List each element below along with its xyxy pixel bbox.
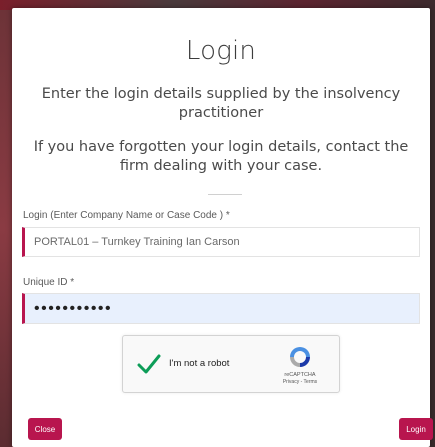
login-button[interactable]: Login bbox=[399, 418, 433, 440]
unique-id-input[interactable] bbox=[22, 293, 420, 324]
help-text: If you have forgotten your login details… bbox=[33, 139, 409, 174]
recaptcha-brand: reCAPTCHA bbox=[284, 372, 316, 378]
divider bbox=[208, 194, 242, 195]
modal-title: Login bbox=[185, 36, 257, 66]
recaptcha-privacy-terms[interactable]: Privacy - Terms bbox=[271, 379, 329, 385]
login-modal: Login Enter the login details supplied b… bbox=[12, 8, 433, 447]
unique-id-label: Unique ID * bbox=[23, 277, 75, 288]
modal-subtitle: Enter the login details supplied by the … bbox=[41, 86, 401, 121]
recaptcha-label: I'm not a robot bbox=[169, 358, 230, 369]
checkmark-icon[interactable] bbox=[137, 353, 161, 375]
page-backdrop-left bbox=[0, 10, 12, 447]
close-button[interactable]: Close bbox=[28, 418, 62, 440]
recaptcha-logo-icon bbox=[290, 347, 310, 367]
login-input[interactable] bbox=[22, 227, 420, 257]
recaptcha-widget: I'm not a robot reCAPTCHA Privacy - Term… bbox=[122, 335, 340, 393]
login-field-label: Login (Enter Company Name or Case Code )… bbox=[23, 210, 230, 221]
